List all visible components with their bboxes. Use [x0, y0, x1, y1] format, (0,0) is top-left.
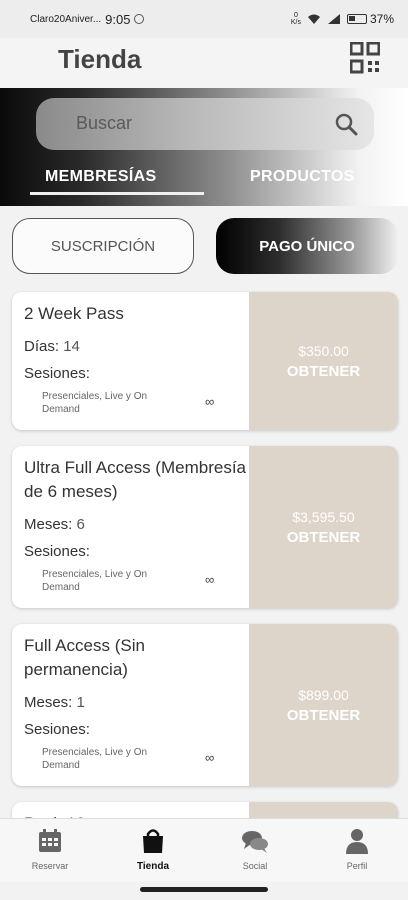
wifi-icon	[307, 14, 320, 24]
membership-name: Full Access (Sin permanencia)	[24, 636, 145, 679]
obtener-button[interactable]: OBTENER	[287, 363, 360, 380]
period-row: Meses: 6	[24, 516, 85, 533]
store-hero: Buscar MEMBRESÍAS PRODUCTOS	[0, 88, 408, 206]
price-panel[interactable]: $3,595.50 OBTENER	[249, 446, 398, 608]
nav-label: Social	[242, 861, 268, 871]
obtener-button[interactable]: OBTENER	[287, 707, 360, 724]
calendar-icon	[39, 829, 61, 852]
qr-code-icon[interactable]	[350, 42, 380, 74]
nav-label: Perfil	[346, 861, 368, 871]
membership-card[interactable]: Ultra Full Access (Membresía de 6 meses)…	[12, 446, 398, 608]
nav-label: Tienda	[136, 861, 170, 872]
price: $899.00	[298, 686, 349, 703]
one-time-payment-toggle-button[interactable]: PAGO ÚNICO	[216, 218, 398, 274]
sessions-unlimited: ∞	[205, 750, 215, 765]
status-bar: Claro20Aniver... 9:05 0 K/s 37%	[0, 0, 408, 38]
period-row: Días: 14	[24, 338, 80, 355]
chat-bubbles-icon	[242, 831, 268, 853]
page-title: Tienda	[58, 44, 142, 74]
signal-icon	[327, 14, 340, 24]
sessions-unlimited: ∞	[205, 572, 215, 587]
app-header: Tienda	[0, 38, 408, 88]
active-tab-indicator	[30, 192, 204, 195]
nav-item-reservar[interactable]: Reservar	[10, 827, 90, 871]
sessions-label: Sesiones:	[24, 721, 90, 738]
search-icon[interactable]	[334, 112, 358, 136]
obtener-button[interactable]: OBTENER	[287, 529, 360, 546]
membership-card[interactable]: Full Access (Sin permanencia) Meses: 1 S…	[12, 624, 398, 786]
battery-icon	[346, 14, 367, 24]
home-indicator[interactable]	[140, 887, 268, 892]
notification-icon	[134, 14, 145, 24]
tab-productos[interactable]: PRODUCTOS	[250, 168, 355, 186]
bottom-navigation: Reservar Tienda Social Perfil	[0, 818, 408, 882]
network-speed: 0 K/s	[290, 12, 301, 26]
shopping-bag-icon	[143, 829, 163, 853]
search-input[interactable]: Buscar	[36, 98, 374, 150]
carrier-name: Claro20Aniver...	[30, 13, 102, 25]
price-panel[interactable]: $899.00 OBTENER	[249, 624, 398, 786]
membership-name: 2 Week Pass	[24, 304, 124, 323]
session-modalities: Presenciales, Live y On Demand	[42, 391, 148, 415]
price: $3,595.50	[292, 508, 355, 525]
status-time: 9:05	[105, 11, 131, 27]
nav-label: Reservar	[31, 861, 69, 871]
membership-name: Ultra Full Access (Membresía de 6 meses)	[24, 458, 246, 501]
user-icon	[346, 829, 368, 854]
sessions-label: Sesiones:	[24, 543, 90, 560]
nav-item-social[interactable]: Social	[215, 827, 295, 871]
period-row: Meses: 1	[24, 694, 85, 711]
sessions-label: Sesiones:	[24, 365, 90, 382]
nav-item-perfil[interactable]: Perfil	[317, 827, 397, 871]
sessions-unlimited: ∞	[205, 394, 215, 409]
subscription-toggle-button[interactable]: SUSCRIPCIÓN	[12, 218, 194, 274]
price: $350.00	[298, 342, 349, 359]
tab-membresias[interactable]: MEMBRESÍAS	[45, 168, 156, 186]
session-modalities: Presenciales, Live y On Demand	[42, 569, 148, 593]
membership-card[interactable]: 2 Week Pass Días: 14 Sesiones: Presencia…	[12, 292, 398, 430]
search-placeholder: Buscar	[76, 113, 133, 133]
battery-indicator: 37%	[346, 12, 394, 26]
nav-item-tienda[interactable]: Tienda	[113, 827, 193, 872]
session-modalities: Presenciales, Live y On Demand	[42, 747, 148, 771]
price-panel[interactable]: $350.00 OBTENER	[249, 292, 398, 430]
